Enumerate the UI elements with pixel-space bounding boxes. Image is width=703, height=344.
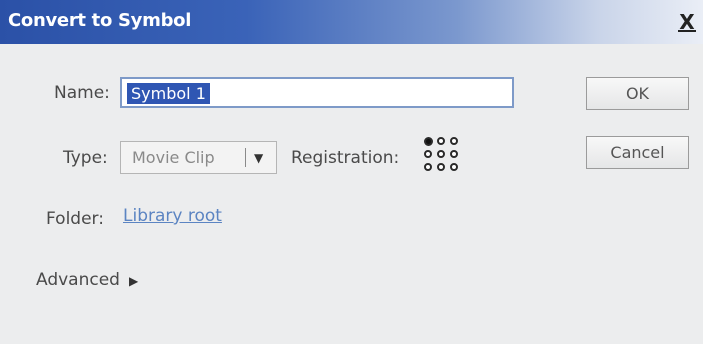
- registration-label: Registration:: [291, 148, 400, 168]
- registration-point-top-left[interactable]: [424, 137, 433, 146]
- registration-point-middle-right[interactable]: [450, 150, 458, 158]
- registration-point-top-right[interactable]: [450, 137, 458, 145]
- close-button[interactable]: X: [675, 10, 699, 34]
- registration-point-bottom-left[interactable]: [424, 163, 432, 171]
- folder-link[interactable]: Library root: [123, 206, 222, 226]
- registration-point-middle-left[interactable]: [424, 150, 432, 158]
- registration-point-bottom-center[interactable]: [437, 163, 445, 171]
- cancel-button[interactable]: Cancel: [586, 136, 689, 169]
- type-select-divider: [245, 148, 246, 167]
- advanced-toggle[interactable]: Advanced ▶: [36, 270, 138, 290]
- registration-point-top-center[interactable]: [437, 137, 445, 145]
- advanced-label: Advanced: [36, 270, 120, 290]
- type-select[interactable]: Movie Clip ▼: [120, 141, 277, 174]
- title-bar[interactable]: Convert to Symbol X: [0, 0, 703, 44]
- registration-grid[interactable]: [423, 136, 465, 176]
- dropdown-arrow-icon[interactable]: ▼: [254, 148, 263, 168]
- registration-point-bottom-right[interactable]: [450, 163, 458, 171]
- dialog-title: Convert to Symbol: [8, 10, 192, 31]
- folder-label: Folder:: [46, 209, 104, 229]
- name-input[interactable]: Symbol 1: [120, 77, 514, 108]
- name-label: Name:: [54, 83, 110, 103]
- name-input-selected-text: Symbol 1: [127, 83, 210, 104]
- registration-point-center[interactable]: [437, 150, 445, 158]
- expand-triangle-icon: ▶: [128, 274, 139, 288]
- convert-to-symbol-dialog: Convert to Symbol X Name: Symbol 1 Type:…: [0, 0, 703, 344]
- type-select-value: Movie Clip: [132, 148, 215, 167]
- type-label: Type:: [63, 148, 108, 168]
- ok-button[interactable]: OK: [586, 77, 689, 110]
